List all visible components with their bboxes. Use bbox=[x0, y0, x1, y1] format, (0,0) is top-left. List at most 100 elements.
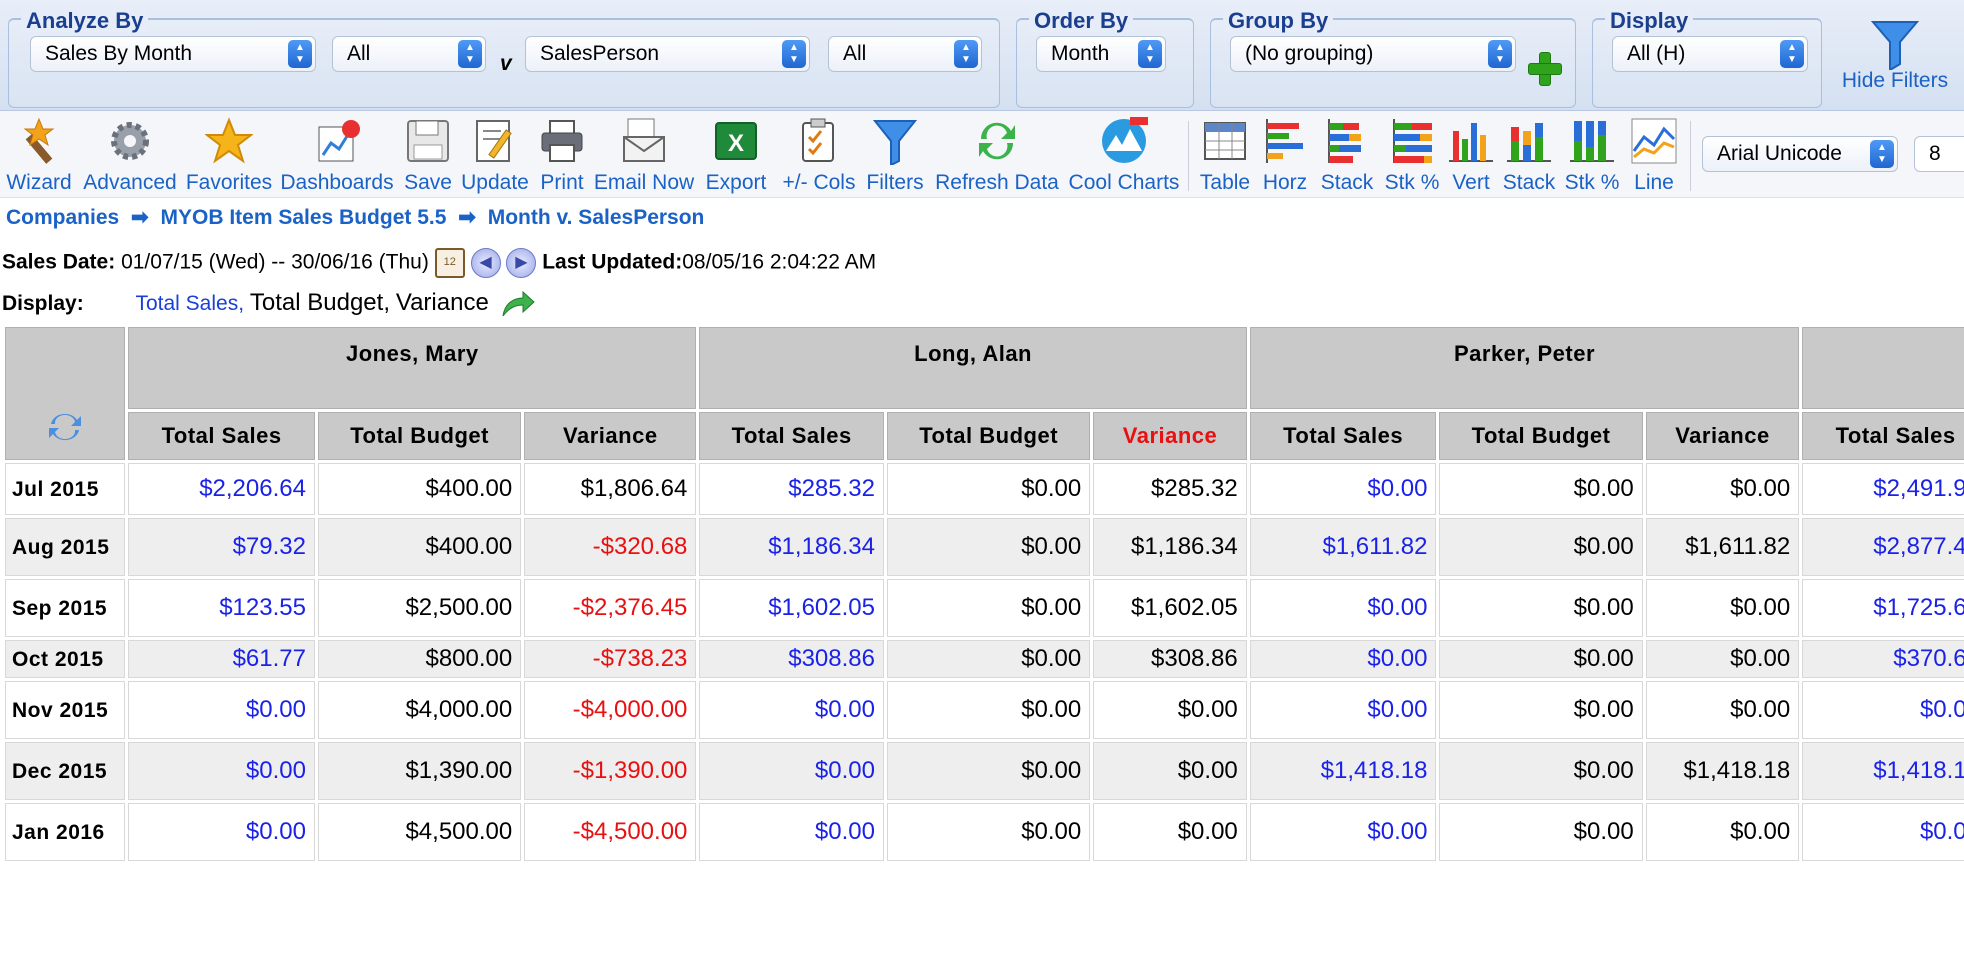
table-cell: $1,806.64 bbox=[524, 463, 697, 515]
display-total-budget[interactable]: Total Budget bbox=[250, 289, 383, 316]
versus-label: v bbox=[500, 52, 512, 75]
table-row: Jan 2016 $0.00 $4,500.00 -$4,500.00 $0.00 $0.… bbox=[5, 803, 1964, 861]
chevron-updown-icon: ▲ ▼ bbox=[1870, 140, 1894, 168]
table-cell: $1,418.18 bbox=[1645, 742, 1800, 800]
column-header[interactable]: Total Sales bbox=[699, 412, 884, 460]
floppy-disk-icon bbox=[407, 120, 449, 162]
table-cell: $123.55 bbox=[128, 579, 315, 637]
line-chart-label: Line bbox=[1634, 171, 1674, 194]
dashboards-button[interactable]: Dashboards bbox=[278, 115, 396, 195]
add-grouping-plus-icon[interactable] bbox=[1528, 52, 1562, 86]
group-by-select[interactable]: (No grouping) ▲ ▼ bbox=[1230, 36, 1516, 72]
cool-charts-button[interactable]: Cool Charts bbox=[1066, 115, 1182, 195]
export-label: Export bbox=[705, 171, 767, 194]
horizontal-stack-button[interactable]: Stack bbox=[1314, 115, 1380, 195]
table-cell: $0.00 bbox=[1439, 463, 1643, 515]
column-header[interactable]: Variance bbox=[1645, 412, 1800, 460]
save-button[interactable]: Save bbox=[400, 115, 456, 195]
horizontal-stack-label: Stack bbox=[1320, 171, 1374, 194]
row-header-month: Dec 2015 bbox=[5, 742, 126, 800]
add-remove-columns-button[interactable]: +/- Cols bbox=[776, 115, 862, 195]
favorites-button[interactable]: Favorites bbox=[182, 115, 276, 195]
wizard-button[interactable]: Wizard bbox=[2, 115, 76, 195]
sales-date-range: 01/07/15 (Wed) -- 30/06/16 (Thu) bbox=[121, 250, 429, 274]
table-view-button[interactable]: Table bbox=[1194, 115, 1256, 195]
display-select[interactable]: All (H) ▲ ▼ bbox=[1612, 36, 1808, 72]
printer-icon bbox=[541, 120, 583, 162]
group-by-legend: Group By bbox=[1223, 10, 1334, 32]
font-family-select[interactable]: Arial Unicode ▲ ▼ bbox=[1702, 136, 1898, 172]
vertical-stack-percent-label: Stk % bbox=[1564, 171, 1620, 194]
column-header[interactable]: Total Sales bbox=[1249, 412, 1437, 460]
display-total-sales[interactable]: Total Sales bbox=[135, 292, 238, 315]
table-cell: $0.00 bbox=[886, 640, 1091, 678]
favorites-label: Favorites bbox=[185, 171, 273, 194]
column-header[interactable]: Total Sales bbox=[128, 412, 315, 460]
column-header[interactable]: Total Sales bbox=[1802, 412, 1964, 460]
previous-period-icon[interactable]: ◀ bbox=[470, 248, 501, 278]
update-button[interactable]: Update bbox=[458, 115, 532, 195]
breadcrumb-report[interactable]: MYOB Item Sales Budget 5.5 bbox=[161, 206, 447, 229]
table-cell: $0.00 bbox=[699, 803, 884, 861]
add-remove-columns-label: +/- Cols bbox=[782, 171, 856, 194]
share-arrow-icon[interactable] bbox=[501, 290, 535, 318]
order-by-select[interactable]: Month ▲ ▼ bbox=[1036, 36, 1166, 72]
svg-text:X: X bbox=[728, 130, 744, 157]
update-label: Update bbox=[461, 171, 529, 194]
table-cell: $0.00 bbox=[1439, 681, 1643, 739]
email-now-button[interactable]: Email Now bbox=[592, 115, 696, 195]
filters-button[interactable]: Filters bbox=[864, 115, 926, 195]
vertical-stack-percent-button[interactable]: Stk % bbox=[1560, 115, 1624, 195]
analyze-by-primary-filter-select[interactable]: All ▲ ▼ bbox=[332, 36, 486, 72]
swap-axes-icon[interactable] bbox=[45, 410, 85, 444]
horizontal-bar-chart-icon bbox=[1266, 119, 1303, 163]
column-header-sorted[interactable]: Variance bbox=[1093, 412, 1247, 460]
column-header[interactable]: Total Budget bbox=[317, 412, 522, 460]
arrow-right-icon: ➡ bbox=[131, 206, 149, 229]
table-cell: $0.00 bbox=[886, 463, 1091, 515]
row-header-month: Jan 2016 bbox=[5, 803, 126, 861]
column-header[interactable]: Total Budget bbox=[1439, 412, 1643, 460]
table-cell: $0.00 bbox=[699, 742, 884, 800]
column-header[interactable]: Variance bbox=[524, 412, 697, 460]
next-period-icon[interactable]: ▶ bbox=[506, 248, 537, 278]
vertical-stack-button[interactable]: Stack bbox=[1498, 115, 1560, 195]
funnel-icon bbox=[872, 120, 918, 165]
analyze-by-primary-select[interactable]: Sales By Month ▲ ▼ bbox=[30, 36, 316, 72]
column-header[interactable]: Total Budget bbox=[886, 412, 1091, 460]
analyze-by-secondary-filter-select[interactable]: All ▲ ▼ bbox=[828, 36, 982, 72]
table-cell: $0.00 bbox=[1439, 640, 1643, 678]
breadcrumb-companies[interactable]: Companies bbox=[6, 206, 119, 229]
calendar-icon[interactable]: 12 bbox=[434, 248, 465, 278]
export-button[interactable]: X Export bbox=[700, 115, 772, 195]
advanced-button[interactable]: Advanced bbox=[80, 115, 180, 195]
display-variance[interactable]: Variance bbox=[396, 289, 489, 316]
line-chart-button[interactable]: Line bbox=[1626, 115, 1682, 195]
table-cell: $0.00 bbox=[1645, 463, 1800, 515]
table-cell: $800.00 bbox=[317, 640, 522, 678]
print-button[interactable]: Print bbox=[534, 115, 590, 195]
refresh-data-button[interactable]: Refresh Data bbox=[930, 115, 1064, 195]
table-row: Jul 2015 $2,206.64 $400.00 $1,806.64 $285.32… bbox=[5, 463, 1964, 515]
cool-charts-icon bbox=[1102, 117, 1148, 163]
hide-filters-button[interactable]: Hide Filters bbox=[1836, 18, 1954, 96]
table-cell: $2,206.64 bbox=[128, 463, 315, 515]
chevron-updown-icon: ▲ ▼ bbox=[458, 40, 482, 68]
person-header-row: Jones, Mary Long, Alan Parker, Peter bbox=[5, 327, 1964, 460]
table-cell: $0.00 bbox=[1249, 803, 1437, 861]
table-cell: $1,725.60 bbox=[1802, 579, 1964, 637]
horizontal-stack-percent-button[interactable]: Stk % bbox=[1380, 115, 1444, 195]
person-header: Jones, Mary bbox=[128, 327, 697, 409]
analyze-by-primary-filter-value: All bbox=[347, 42, 371, 65]
chevron-updown-icon: ▲ ▼ bbox=[782, 40, 806, 68]
table-cell: $2,877.47 bbox=[1802, 518, 1964, 576]
font-size-input[interactable]: 8 bbox=[1914, 136, 1964, 172]
cool-charts-label: Cool Charts bbox=[1068, 171, 1180, 194]
horizontal-chart-button[interactable]: Horz bbox=[1256, 115, 1314, 195]
advanced-label: Advanced bbox=[83, 171, 177, 194]
line-chart-icon bbox=[1631, 118, 1677, 164]
table-row: Nov 2015 $0.00 $4,000.00 -$4,000.00 $0.00 $0.… bbox=[5, 681, 1964, 739]
breadcrumb-view[interactable]: Month v. SalesPerson bbox=[488, 206, 705, 229]
analyze-by-secondary-select[interactable]: SalesPerson ▲ ▼ bbox=[525, 36, 810, 72]
vertical-chart-button[interactable]: Vert bbox=[1446, 115, 1496, 195]
